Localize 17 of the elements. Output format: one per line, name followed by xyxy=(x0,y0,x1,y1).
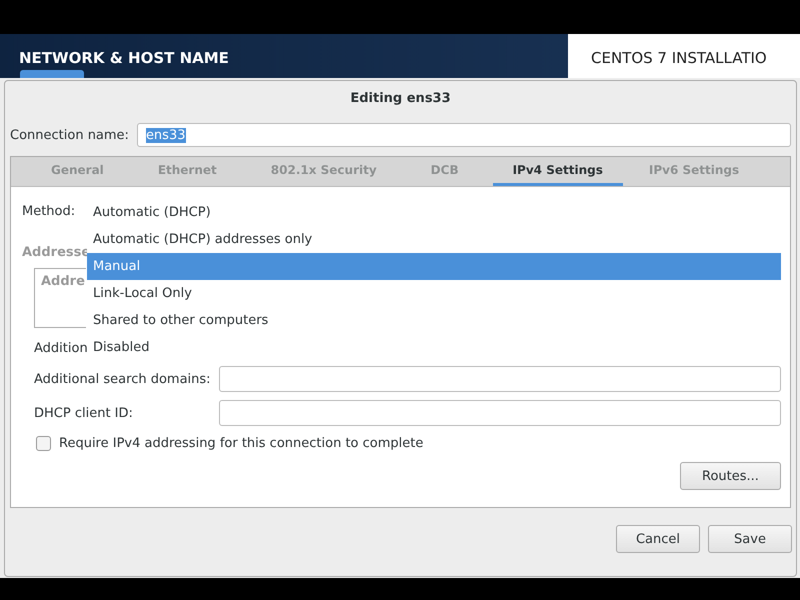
connection-name-label: Connection name: xyxy=(10,128,129,142)
column-header: Addre xyxy=(41,274,85,289)
tab[interactable]: IPv4 Settings xyxy=(492,157,623,186)
input-field[interactable] xyxy=(219,366,781,392)
product-title: CENTOS 7 INSTALLATIO xyxy=(568,34,800,78)
input-field[interactable] xyxy=(219,400,781,426)
save-button[interactable]: Save xyxy=(708,525,792,553)
cancel-button[interactable]: Cancel xyxy=(616,525,700,553)
checkbox-label: Require IPv4 addressing for this connection to complete xyxy=(59,436,424,451)
field-label: Additional search domains: xyxy=(34,372,212,386)
checkbox[interactable] xyxy=(36,436,51,451)
method-label: Method: xyxy=(22,204,76,221)
routes-button[interactable]: Routes... xyxy=(680,462,781,490)
field-label: DHCP client ID: xyxy=(34,406,134,420)
dns-label: Addition xyxy=(34,340,88,356)
screen-title: NETWORK & HOST NAME xyxy=(19,49,229,69)
dialog-title: Editing ens33 xyxy=(350,91,451,108)
